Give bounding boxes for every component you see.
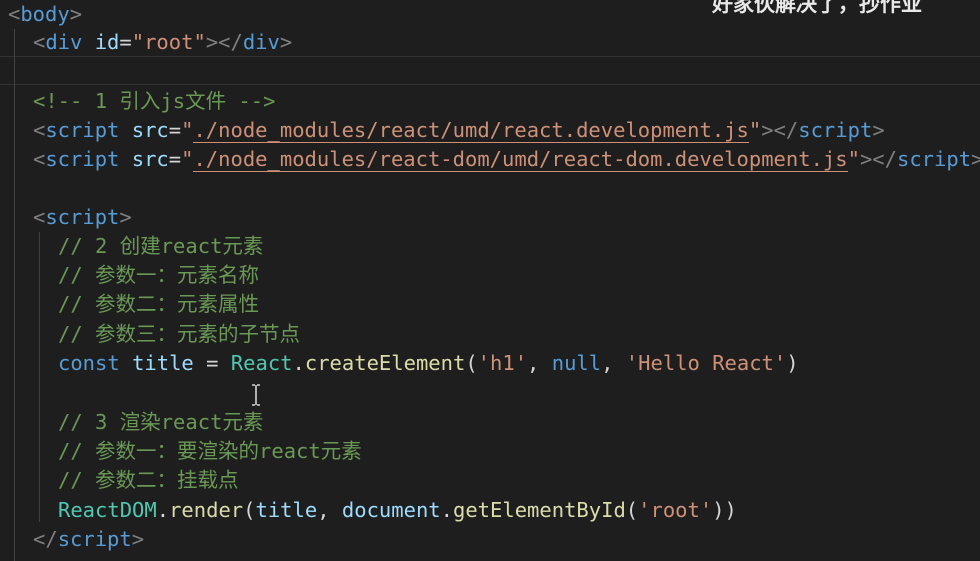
function-name: createElement: [304, 351, 466, 375]
tag-name: script: [798, 118, 873, 142]
code-comment: // 参数二：元素属性: [58, 292, 260, 316]
tag-name: div: [45, 30, 83, 54]
indent-guide: [39, 232, 40, 522]
code-comment: // 3 渲染react元素: [58, 410, 264, 434]
code-comment: // 2 创建react元素: [58, 234, 264, 258]
attr-name: src: [131, 147, 169, 171]
code-line: </script>: [33, 527, 145, 551]
code-line: <script src="./node_modules/react-dom/um…: [33, 147, 980, 172]
tag-name: script: [45, 147, 120, 171]
script-src-link[interactable]: ./node_modules/react/umd/react.developme…: [193, 118, 749, 143]
tag-name: script: [896, 147, 972, 171]
code-line: // 参数二：元素属性: [58, 290, 259, 319]
tag-name: script: [45, 205, 120, 229]
variable: document: [341, 498, 441, 522]
string-literal: 'Hello React': [625, 351, 787, 375]
code-line: // 参数一：元素名称: [58, 261, 259, 290]
class-name: React: [230, 351, 293, 375]
code-line: ReactDOM.render(title, document.getEleme…: [58, 498, 737, 522]
attr-value: "root": [131, 30, 206, 54]
string-literal: 'root': [638, 498, 713, 522]
tag-name: body: [20, 2, 70, 26]
function-name: render: [169, 498, 244, 522]
code-line: <body>: [8, 2, 83, 26]
tag-name: div: [242, 30, 280, 54]
code-comment: // 参数三：元素的子节点: [58, 322, 301, 346]
tag-name: script: [57, 527, 132, 551]
variable: title: [255, 498, 318, 522]
text-cursor-icon: [252, 384, 260, 406]
code-line: <div id="root"></div>: [33, 30, 293, 54]
code-line: <script src="./node_modules/react/umd/re…: [33, 118, 885, 143]
code-comment: <!-- 1 引入js文件 -->: [33, 89, 276, 113]
string-literal: 'h1': [477, 351, 528, 375]
attr-name: src: [131, 118, 169, 142]
code-line: // 参数二：挂载点: [58, 466, 239, 495]
code-line: <script>: [33, 205, 132, 229]
tag-name: script: [45, 118, 120, 142]
keyword: null: [551, 351, 602, 375]
overlay-caption: 好家伙解决了，抄作业: [712, 0, 922, 16]
attr-name: id: [94, 30, 120, 54]
variable: title: [132, 351, 194, 375]
code-editor[interactable]: <body> <div id="root"></div> <!-- 1 引入js…: [0, 0, 980, 561]
current-line-highlight: [0, 56, 980, 85]
function-name: getElementById: [453, 498, 626, 522]
code-comment: // 参数一：要渲染的react元素: [58, 439, 362, 463]
code-line: const title = React.createElement('h1', …: [58, 351, 799, 375]
code-line: <!-- 1 引入js文件 -->: [33, 87, 275, 116]
code-line: // 3 渲染react元素: [58, 408, 263, 437]
code-line: // 参数一：要渲染的react元素: [58, 437, 362, 466]
code-line: // 2 创建react元素: [58, 232, 263, 261]
keyword: const: [58, 351, 120, 375]
code-line: // 参数三：元素的子节点: [58, 320, 300, 349]
indent-guide: [14, 29, 15, 561]
code-comment: // 参数二：挂载点: [58, 468, 239, 492]
script-src-link[interactable]: ./node_modules/react-dom/umd/react-dom.d…: [193, 147, 848, 172]
class-name: ReactDOM: [58, 498, 157, 522]
code-comment: // 参数一：元素名称: [58, 263, 260, 287]
